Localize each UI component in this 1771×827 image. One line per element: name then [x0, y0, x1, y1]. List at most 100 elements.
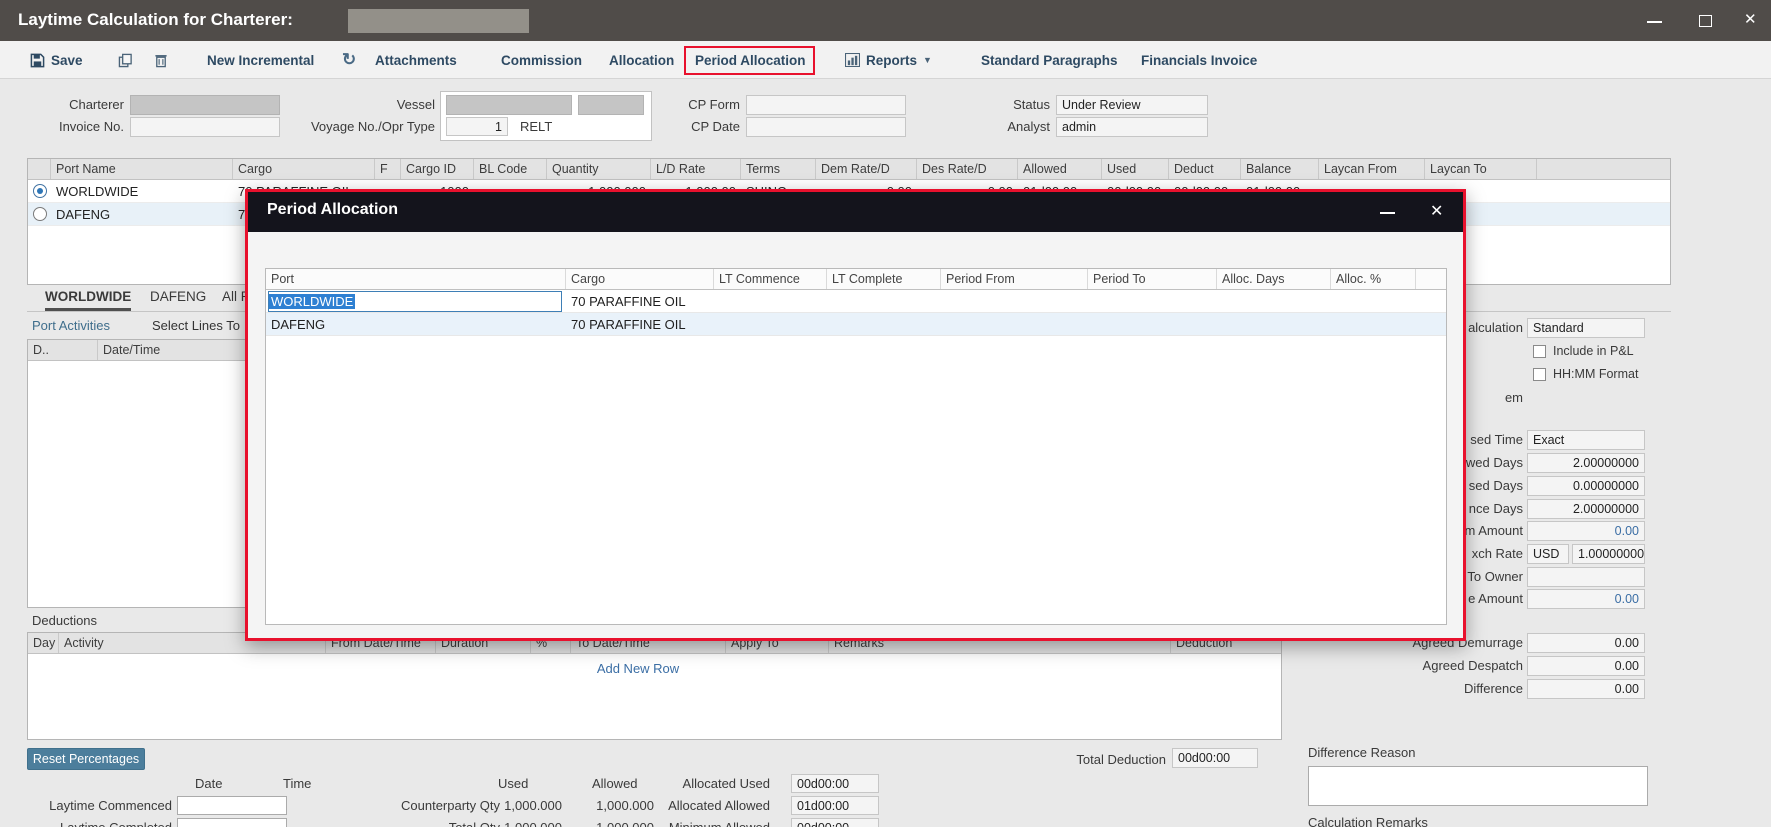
modal-close-icon[interactable]: ✕: [1430, 201, 1443, 221]
agreed-demurrage-field[interactable]: 0.00: [1527, 633, 1645, 653]
add-new-row-link[interactable]: Add New Row: [498, 661, 778, 676]
save-label: Save: [51, 53, 83, 68]
copy-button[interactable]: [118, 41, 133, 79]
date-header: Date: [195, 774, 222, 794]
allowed-days-field[interactable]: 2.00000000: [1527, 453, 1645, 473]
save-button[interactable]: Save: [30, 41, 83, 79]
delete-button[interactable]: [154, 41, 168, 79]
column-header-alloc-days: Alloc. Days: [1217, 269, 1331, 289]
cargo-cell[interactable]: 70 PARAFFINE OIL: [566, 313, 714, 335]
port-cell-input[interactable]: WORLDWIDE: [268, 291, 562, 312]
owner-amount-field[interactable]: 0.00: [1527, 589, 1645, 609]
copy-icon: [118, 53, 133, 68]
difference-field[interactable]: 0.00: [1527, 679, 1645, 699]
column-header-lt-commence: LT Commence: [714, 269, 827, 289]
column-header-port-name: Port Name: [51, 159, 233, 179]
balance-days-field[interactable]: 2.00000000: [1527, 499, 1645, 519]
calculation-field[interactable]: Standard: [1527, 318, 1645, 338]
exch-rate-currency-field[interactable]: USD: [1527, 544, 1569, 564]
dem-amount-field[interactable]: 0.00: [1527, 521, 1645, 541]
used-days-field[interactable]: 0.00000000: [1527, 476, 1645, 496]
subtab-port-activities[interactable]: Port Activities: [32, 318, 110, 333]
agreed-despatch-label: Agreed Despatch: [1330, 656, 1523, 676]
total-deduction-field: 00d00:00: [1172, 748, 1258, 768]
row-radio-worldwide[interactable]: [28, 180, 51, 202]
vessel-code-field[interactable]: [578, 95, 644, 115]
column-header-des-rate: Des Rate/D: [917, 159, 1018, 179]
charterer-name-redacted: [348, 9, 529, 33]
difference-reason-textarea[interactable]: [1308, 766, 1648, 806]
rest-cells: [714, 313, 1447, 335]
allocation-label: Allocation: [609, 53, 674, 68]
hhmm-format-checkbox[interactable]: [1533, 368, 1546, 381]
invoice-no-field[interactable]: [130, 117, 280, 137]
laytime-commenced-input[interactable]: [177, 796, 287, 815]
tab-dafeng[interactable]: DAFENG: [150, 289, 206, 308]
refresh-button[interactable]: ↻: [342, 41, 356, 79]
used-header: Used: [498, 774, 528, 794]
column-header-terms: Terms: [741, 159, 816, 179]
modal-minimize-icon[interactable]: [1380, 212, 1395, 214]
difference-reason-label: Difference Reason: [1308, 743, 1415, 763]
analyst-field[interactable]: admin: [1056, 117, 1208, 137]
window-title: Laytime Calculation for Charterer:: [18, 10, 293, 30]
reports-button[interactable]: Reports ▼: [845, 41, 932, 79]
column-header-laycan-from: Laycan From: [1319, 159, 1425, 179]
modal-title: Period Allocation: [267, 201, 398, 219]
row-radio-dafeng[interactable]: [28, 203, 51, 225]
exch-rate-value-field[interactable]: 1.00000000: [1572, 544, 1645, 564]
commission-button[interactable]: Commission: [501, 41, 582, 79]
radio-selected-icon: [33, 184, 47, 198]
lt-complete-cell[interactable]: [827, 290, 941, 312]
standard-paragraphs-button[interactable]: Standard Paragraphs: [981, 41, 1118, 79]
vessel-field[interactable]: [446, 95, 572, 115]
alloc-days-cell[interactable]: [1217, 290, 1331, 312]
attachments-button[interactable]: Attachments: [375, 41, 457, 79]
window-maximize-icon[interactable]: [1699, 15, 1712, 27]
allocated-used-label: Allocated Used: [580, 774, 770, 794]
financials-invoice-button[interactable]: Financials Invoice: [1141, 41, 1257, 79]
financials-invoice-label: Financials Invoice: [1141, 53, 1257, 68]
window-close-icon[interactable]: ✕: [1744, 10, 1757, 28]
new-incremental-button[interactable]: New Incremental: [207, 41, 314, 79]
period-from-cell[interactable]: [941, 290, 1088, 312]
alloc-pct-cell[interactable]: [1331, 290, 1416, 312]
allocation-row-dafeng[interactable]: DAFENG 70 PARAFFINE OIL: [266, 313, 1446, 336]
subtab-select-lines[interactable]: Select Lines To: [152, 318, 240, 333]
to-owner-field[interactable]: [1527, 567, 1645, 587]
column-header-select: [28, 159, 51, 179]
column-header-day: D..: [28, 340, 98, 360]
lt-commence-cell[interactable]: [714, 290, 827, 312]
cargo-cell[interactable]: 70 PARAFFINE OIL: [566, 290, 714, 312]
calculation-remarks-label: Calculation Remarks: [1308, 813, 1428, 827]
voyage-no-field[interactable]: 1: [446, 117, 508, 136]
counterparty-used-value: 1,000.000: [480, 796, 562, 816]
window-minimize-icon[interactable]: [1647, 21, 1662, 23]
port-grid-header: Port Name Cargo F Cargo ID BL Code Quant…: [28, 159, 1670, 180]
window-titlebar[interactable]: Laytime Calculation for Charterer: ✕: [0, 0, 1771, 41]
minimum-allowed-label: Minimum Allowed: [580, 818, 770, 827]
charterer-field[interactable]: [130, 95, 280, 115]
used-time-field[interactable]: Exact: [1527, 430, 1645, 450]
period-allocation-modal: Period Allocation ✕ Port Cargo LT Commen…: [245, 189, 1466, 641]
column-header-balance: Balance: [1241, 159, 1319, 179]
reset-percentages-button[interactable]: Reset Percentages: [27, 748, 145, 770]
modal-titlebar[interactable]: Period Allocation ✕: [248, 192, 1463, 232]
column-header-alloc-pct: Alloc. %: [1331, 269, 1416, 289]
cell-filler: [1537, 180, 1671, 202]
voyage-opr-label: Voyage No./Opr Type: [300, 117, 435, 137]
deductions-title: Deductions: [32, 611, 97, 631]
laytime-completed-input[interactable]: [177, 818, 287, 827]
agreed-despatch-field[interactable]: 0.00: [1527, 656, 1645, 676]
cp-date-field[interactable]: [746, 117, 906, 137]
tab-worldwide[interactable]: WORLDWIDE: [45, 289, 131, 311]
cp-form-field[interactable]: [746, 95, 906, 115]
counterparty-qty-label: Counterparty Qty: [340, 796, 500, 816]
include-pl-checkbox[interactable]: [1533, 345, 1546, 358]
period-to-cell[interactable]: [1088, 290, 1217, 312]
port-cell[interactable]: DAFENG: [266, 313, 566, 335]
status-field[interactable]: Under Review: [1056, 95, 1208, 115]
allocation-button[interactable]: Allocation: [609, 41, 674, 79]
allocation-row-worldwide[interactable]: WORLDWIDE 70 PARAFFINE OIL: [266, 290, 1446, 313]
column-header-filler: [1537, 159, 1671, 179]
